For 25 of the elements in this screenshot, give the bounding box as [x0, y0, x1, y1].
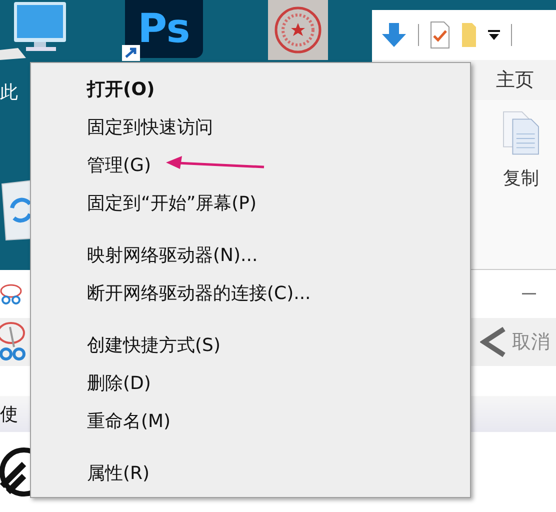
shortcut-icon — [122, 45, 140, 61]
checklist-icon[interactable] — [429, 21, 451, 49]
ribbon-tab[interactable]: 主页 — [496, 65, 534, 95]
menu-item[interactable]: 管理(G) — [31, 146, 470, 184]
menu-item[interactable]: 断开网络驱动器的连接(C)... — [31, 274, 470, 312]
menu-item[interactable]: 重命名(M) — [31, 402, 470, 440]
scissors-icon — [0, 283, 22, 305]
documents-icon — [500, 110, 542, 156]
minimize-icon[interactable] — [522, 293, 536, 295]
menu-item[interactable]: 固定到快速访问 — [31, 108, 470, 146]
icon-label: 此 — [0, 81, 18, 104]
menu-item[interactable]: 打开(O) — [31, 70, 470, 108]
photoshop-icon[interactable]: Ps — [125, 0, 203, 58]
hint-text: 使 — [0, 403, 18, 426]
menu-item[interactable]: 映射网络驱动器(N)... — [31, 236, 470, 274]
menu-item[interactable]: 删除(D) — [31, 364, 470, 402]
copy-button[interactable]: 复制 — [500, 110, 542, 190]
menu-item[interactable]: 属性(R) — [31, 454, 470, 492]
menu-item[interactable]: 创建快捷方式(S) — [31, 326, 470, 364]
down-arrow-icon[interactable] — [380, 21, 408, 49]
new-snip-icon[interactable] — [0, 321, 26, 363]
dropdown-icon[interactable] — [487, 29, 501, 41]
computer-icon[interactable] — [0, 0, 68, 60]
menu-item[interactable]: 固定到“开始”屏幕(P) — [31, 184, 470, 222]
stamp-icon[interactable] — [268, 0, 328, 60]
